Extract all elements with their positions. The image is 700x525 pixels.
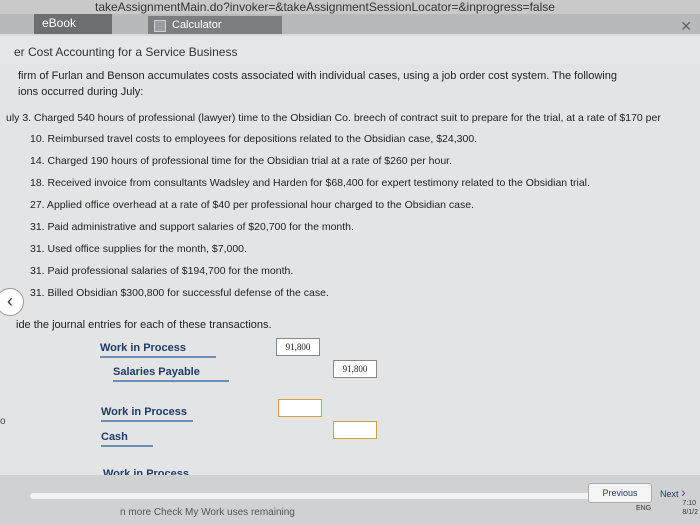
transaction-item: 10. Reimbursed travel costs to employees… xyxy=(30,133,478,145)
taskbar-clock: 7:10 8/1/2 xyxy=(682,499,698,517)
problem-intro: firm of Furlan and Benson accumulates co… xyxy=(18,68,658,100)
transaction-item: 31. Paid professional salaries of $194,7… xyxy=(30,265,294,277)
next-label: Next xyxy=(660,489,679,499)
horizontal-scrollbar[interactable] xyxy=(30,493,610,499)
instructions: ide the journal entries for each of thes… xyxy=(16,319,272,331)
tool-tabs: eBook Calculator xyxy=(0,14,700,34)
check-my-work-remaining: n more Check My Work uses remaining xyxy=(120,507,295,518)
transaction-item: 18. Received invoice from consultants Wa… xyxy=(30,177,590,189)
credit-amount-input[interactable] xyxy=(333,421,377,439)
next-chevron-icon: › xyxy=(681,484,686,500)
address-bar[interactable]: takeAssignmentMain.do?invoker=&takeAssig… xyxy=(0,0,700,14)
journal-account[interactable]: Work in Process xyxy=(101,406,193,422)
row-marker: o xyxy=(0,416,6,427)
transaction-item: uly 3. Charged 540 hours of professional… xyxy=(6,112,661,124)
url-text: takeAssignmentMain.do?invoker=&takeAssig… xyxy=(95,0,555,14)
intro-line-1: firm of Furlan and Benson accumulates co… xyxy=(18,70,617,82)
tab-calculator-label: Calculator xyxy=(172,19,222,31)
credit-amount[interactable]: 91,800 xyxy=(333,360,377,378)
footer-bar: n more Check My Work uses remaining Prev… xyxy=(0,475,700,525)
problem-panel: firm of Furlan and Benson accumulates co… xyxy=(0,64,700,525)
journal-account[interactable]: Cash xyxy=(101,431,153,447)
clock-time: 7:10 xyxy=(682,500,697,507)
back-chevron-icon[interactable]: ‹ xyxy=(0,288,24,316)
debit-amount-input[interactable] xyxy=(278,399,322,417)
system-tray: ENG xyxy=(636,505,651,512)
tray-language: ENG xyxy=(636,505,652,512)
page-title: er Cost Accounting for a Service Busines… xyxy=(14,45,238,59)
journal-account[interactable]: Salaries Payable xyxy=(113,366,229,382)
intro-line-2: ions occurred during July: xyxy=(18,86,144,98)
page-header: er Cost Accounting for a Service Busines… xyxy=(0,36,700,65)
clock-date: 8/1/2 xyxy=(682,509,698,516)
tab-calculator[interactable]: Calculator xyxy=(148,16,282,34)
previous-label: Previous xyxy=(602,488,638,498)
journal-account[interactable]: Work in Process xyxy=(100,342,216,358)
transaction-item: 14. Charged 190 hours of professional ti… xyxy=(30,155,453,167)
calculator-icon xyxy=(154,20,166,32)
debit-amount[interactable]: 91,800 xyxy=(276,338,320,356)
transaction-item: 31. Used office supplies for the month, … xyxy=(30,243,247,255)
transaction-item: 31. Paid administrative and support sala… xyxy=(30,221,354,233)
close-icon[interactable]: ✕ xyxy=(680,18,692,35)
transaction-item: 31. Billed Obsidian $300,800 for success… xyxy=(30,287,329,299)
tab-ebook[interactable]: eBook xyxy=(34,14,112,34)
previous-button[interactable]: Previous xyxy=(588,483,652,503)
transaction-item: 27. Applied office overhead at a rate of… xyxy=(30,199,475,211)
